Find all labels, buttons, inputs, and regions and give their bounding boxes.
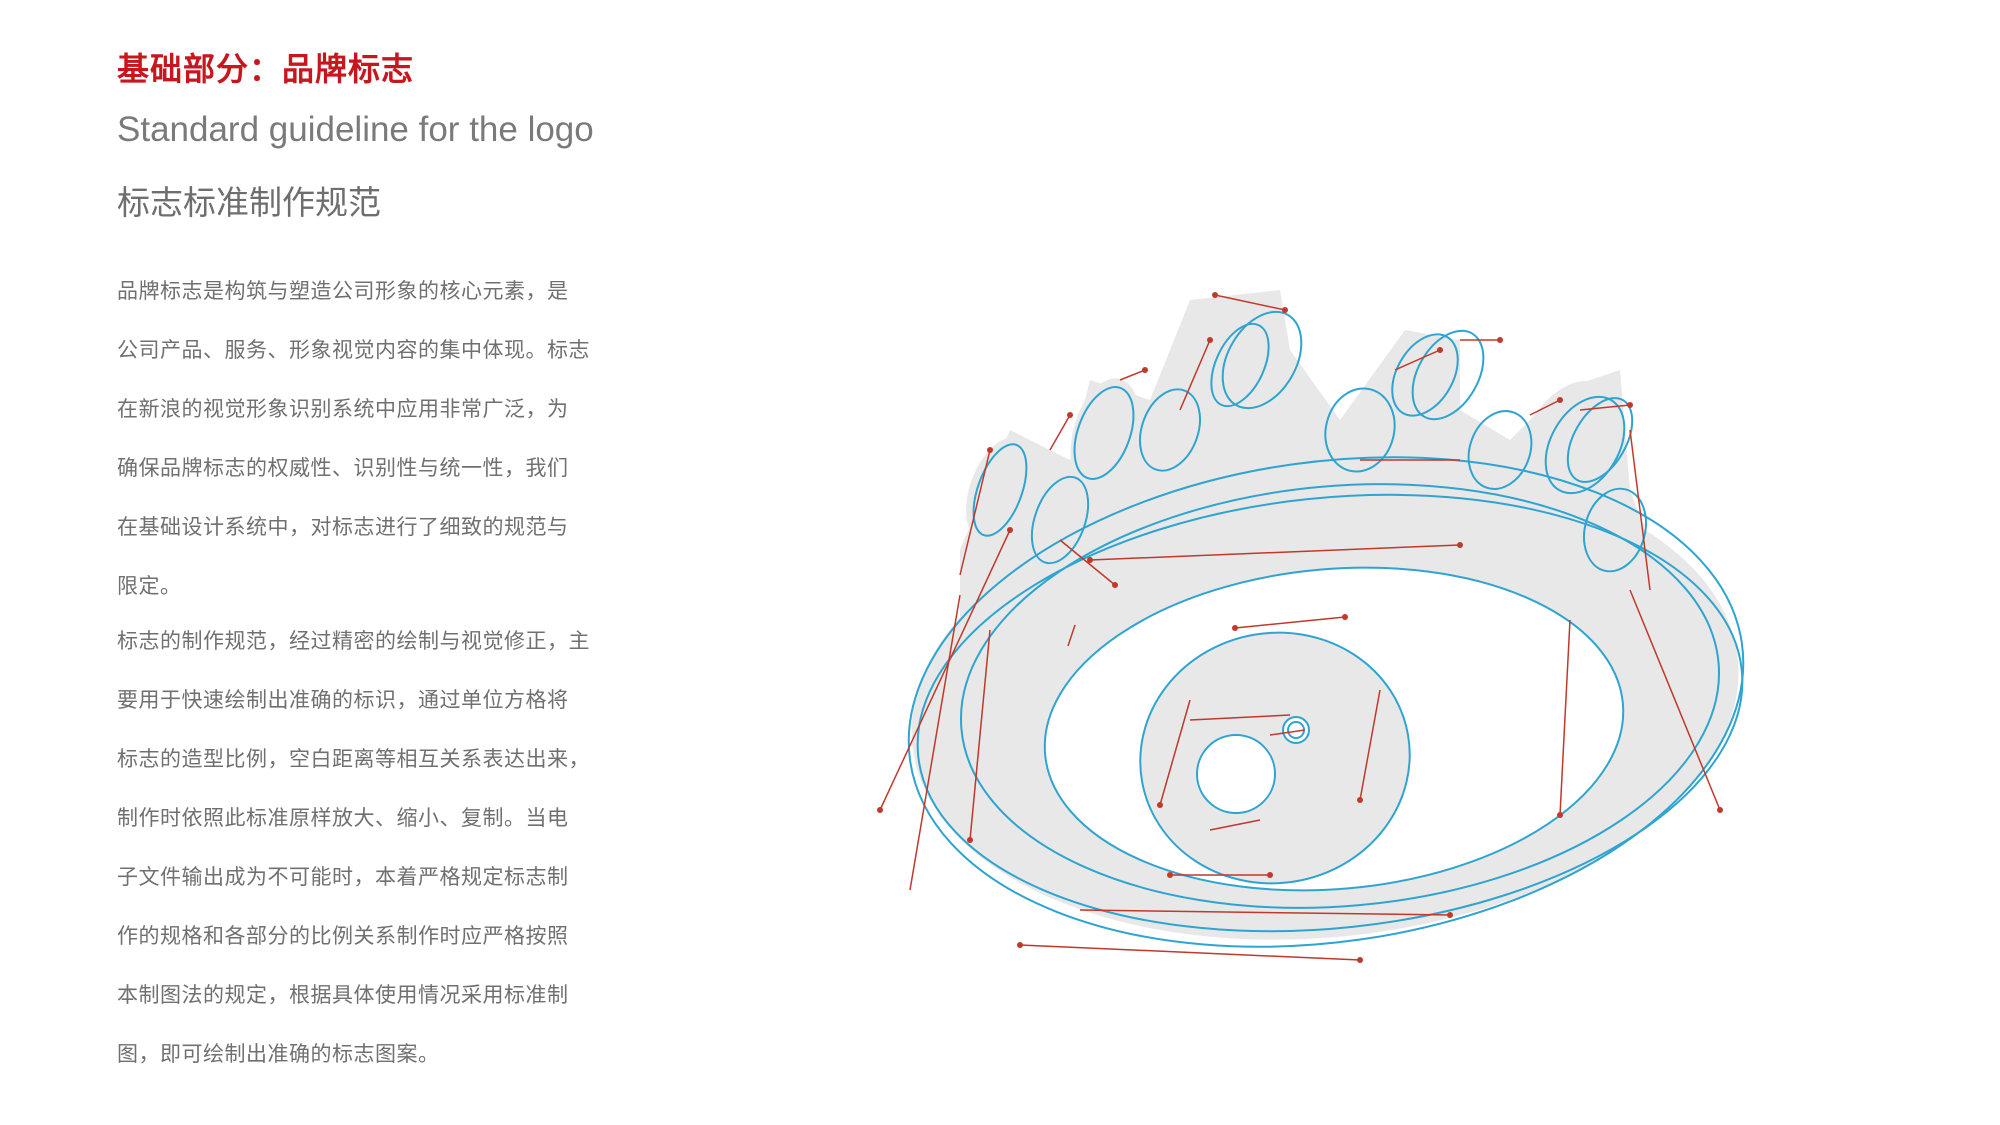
paragraph-line: 限定。: [117, 574, 182, 598]
eye-logo-icon: [877, 290, 1745, 963]
section-title: 基础部分：品牌标志: [117, 50, 415, 88]
description-paragraph-1: 品牌标志是构筑与塑造公司形象的核心元素，是 公司产品、服务、形象视觉内容的集中体…: [117, 262, 597, 616]
logo-construction-figure: [860, 290, 1800, 990]
paragraph-line: 标志的造型比例，空白距离等相互关系表达出来，: [117, 747, 590, 771]
paragraph-line: 在基础设计系统中，对标志进行了细致的规范与: [117, 515, 569, 539]
paragraph-line: 制作时依照此标准原样放大、缩小、复制。当电: [117, 806, 569, 830]
description-paragraph-2: 标志的制作规范，经过精密的绘制与视觉修正，主 要用于快速绘制出准确的标识，通过单…: [117, 612, 597, 1084]
paragraph-line: 标志的制作规范，经过精密的绘制与视觉修正，主: [117, 629, 590, 653]
paragraph-line: 在新浪的视觉形象识别系统中应用非常广泛，为: [117, 397, 569, 421]
paragraph-line: 本制图法的规定，根据具体使用情况采用标准制: [117, 983, 569, 1007]
subtitle-english: Standard guideline for the logo: [117, 110, 594, 149]
paragraph-line: 公司产品、服务、形象视觉内容的集中体现。标志: [117, 338, 590, 362]
paragraph-line: 品牌标志是构筑与塑造公司形象的核心元素，是: [117, 279, 569, 303]
paragraph-line: 子文件输出成为不可能时，本着严格规定标志制: [117, 865, 569, 889]
paragraph-line: 图，即可绘制出准确的标志图案。: [117, 1042, 440, 1066]
paragraph-line: 要用于快速绘制出准确的标识，通过单位方格将: [117, 688, 569, 712]
paragraph-line: 确保品牌标志的权威性、识别性与统一性，我们: [117, 456, 569, 480]
subtitle-chinese: 标志标准制作规范: [117, 183, 381, 222]
paragraph-line: 作的规格和各部分的比例关系制作时应严格按照: [117, 924, 569, 948]
